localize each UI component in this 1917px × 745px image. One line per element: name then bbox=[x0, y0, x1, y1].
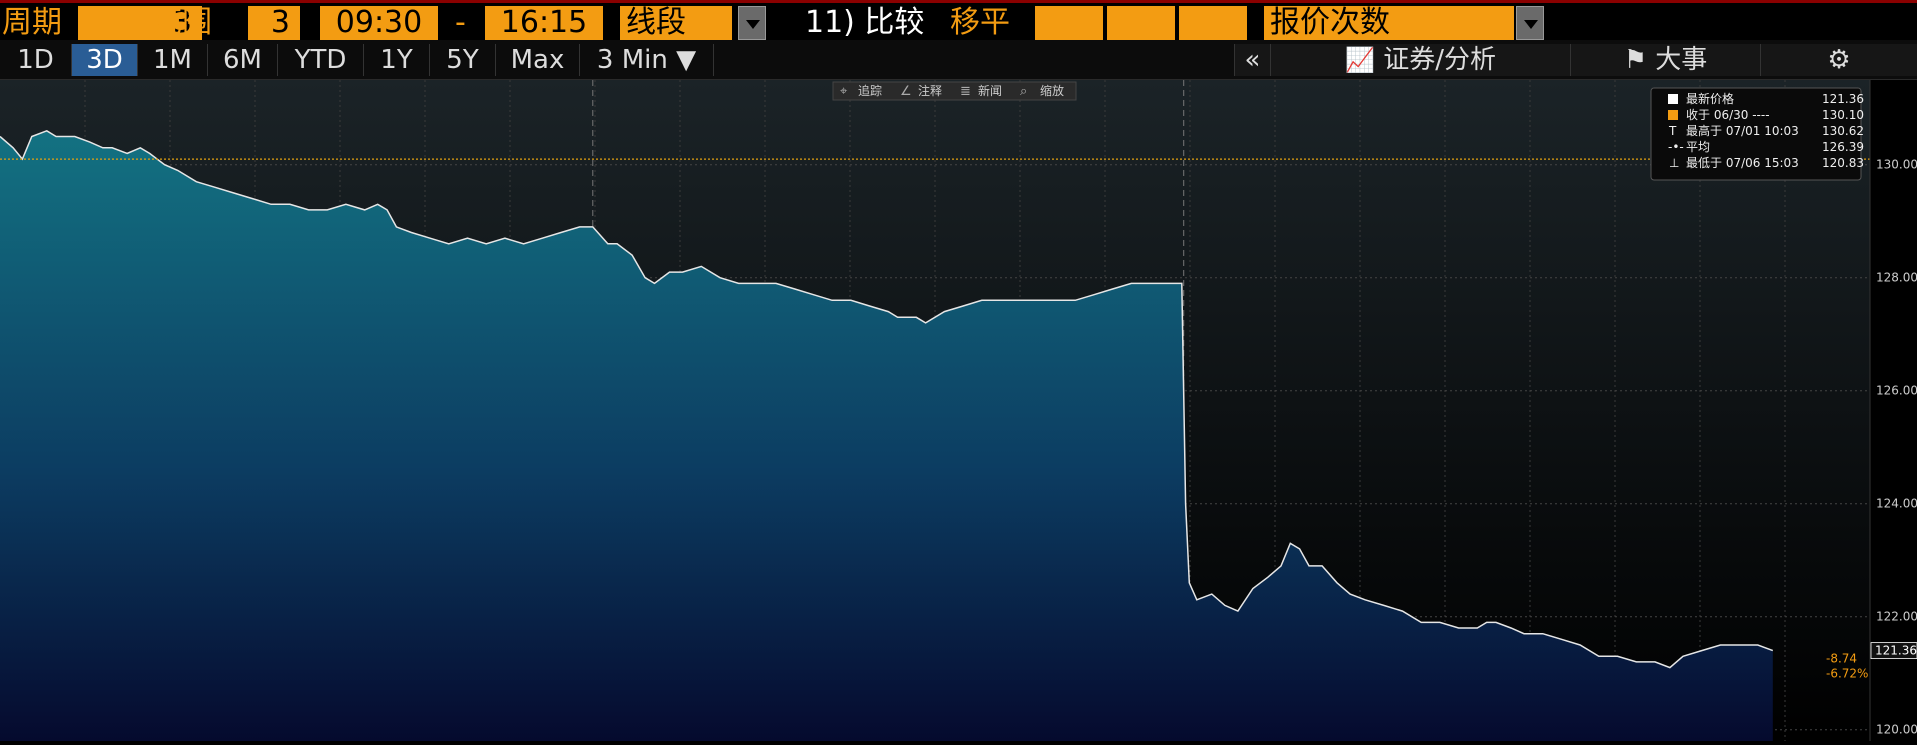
tool-zoom[interactable]: 缩放 bbox=[1040, 83, 1064, 98]
line-type-dropdown-icon[interactable] bbox=[738, 6, 766, 40]
legend-label-low: 最低于 07/06 15:03 bbox=[1686, 156, 1799, 170]
zoom-icon: ⌕ bbox=[1020, 84, 1027, 99]
price-chart[interactable]: 120.00 122.00 124.00 126.00 128.00 130.00 121… bbox=[0, 80, 1917, 742]
range-ytd[interactable]: YTD bbox=[278, 44, 364, 76]
events-button[interactable]: ⚑ 大事 bbox=[1570, 44, 1760, 76]
last-price-label: 121.36 bbox=[1875, 644, 1917, 658]
y-tick-label: 126.00 bbox=[1876, 384, 1917, 398]
volume-dropdown-icon[interactable] bbox=[1516, 6, 1544, 40]
change-percent-label: -6.72% bbox=[1826, 667, 1868, 681]
line-type-select[interactable]: 线段 bbox=[620, 6, 732, 40]
securities-analysis-label: 证券/分析 bbox=[1383, 45, 1496, 75]
legend-value-average: 126.39 bbox=[1822, 140, 1864, 154]
collapse-button[interactable]: « bbox=[1234, 44, 1270, 76]
legend-value-close: 130.10 bbox=[1822, 108, 1864, 122]
y-tick-label: 128.00 bbox=[1876, 271, 1917, 285]
legend-value-high: 130.62 bbox=[1822, 124, 1864, 138]
range-bar: 1D 3D 1M 6M YTD 1Y 5Y Max 3 Min ▼ « 📈 证券… bbox=[0, 40, 1917, 80]
legend-label-high: 最高于 07/01 10:03 bbox=[1686, 123, 1799, 138]
securities-analysis-button[interactable]: 📈 证券/分析 bbox=[1270, 44, 1570, 76]
average-marker-icon: -•- bbox=[1668, 140, 1684, 154]
top-toolbar: 周期 3 范围 3 09:30 - 16:15 线段 11) 比较 移平 报价次… bbox=[0, 0, 1917, 40]
tool-track[interactable]: 追踪 bbox=[858, 83, 882, 98]
chart-svg[interactable]: 120.00 122.00 124.00 126.00 128.00 130.00 121… bbox=[0, 80, 1917, 742]
legend: 最新价格 121.36 收于 06/30 ---- 130.10 T 最高于 0… bbox=[1650, 87, 1864, 181]
y-tick-label: 122.00 bbox=[1876, 610, 1917, 624]
pencil-icon: ∠ bbox=[900, 84, 912, 99]
legend-swatch-close bbox=[1668, 110, 1678, 120]
period-label: 周期 bbox=[2, 5, 62, 40]
gear-icon: ⚙ bbox=[1827, 45, 1851, 75]
tool-annotate[interactable]: 注释 bbox=[918, 83, 942, 98]
legend-label-close: 收于 06/30 ---- bbox=[1686, 108, 1770, 122]
change-label: -8.74 bbox=[1826, 652, 1857, 666]
events-label: 大事 bbox=[1655, 45, 1708, 75]
legend-label-last: 最新价格 bbox=[1686, 91, 1734, 106]
interval-select[interactable]: 3 Min ▼ bbox=[580, 44, 714, 76]
news-icon: ≣ bbox=[960, 84, 971, 99]
y-tick-label: 120.00 bbox=[1876, 723, 1917, 737]
flag-icon: ⚑ bbox=[1623, 45, 1648, 75]
high-marker-icon: T bbox=[1668, 124, 1677, 138]
range-6m[interactable]: 6M bbox=[208, 44, 278, 76]
legend-label-average: 平均 bbox=[1686, 140, 1710, 154]
chart-tools: ⌖ 追踪 ∠ 注释 ≣ 新闻 ⌕ 缩放 bbox=[832, 81, 1077, 101]
crosshair-icon: ⌖ bbox=[840, 84, 848, 99]
ma-input-3[interactable] bbox=[1179, 6, 1247, 40]
ma-input-1[interactable] bbox=[1035, 6, 1103, 40]
volume-select[interactable]: 报价次数 bbox=[1264, 6, 1514, 40]
settings-button[interactable]: ⚙ bbox=[1760, 44, 1917, 76]
ma-input-2[interactable] bbox=[1107, 6, 1175, 40]
time-dash: - bbox=[455, 5, 466, 40]
range-3d[interactable]: 3D bbox=[72, 44, 138, 76]
legend-value-low: 120.83 bbox=[1822, 156, 1864, 170]
range-5y[interactable]: 5Y bbox=[430, 44, 496, 76]
time-to-input[interactable]: 16:15 bbox=[485, 6, 603, 40]
range-max[interactable]: Max bbox=[496, 44, 580, 76]
compare-button[interactable]: 11) 比较 bbox=[805, 6, 924, 40]
chart-analysis-icon: 📈 bbox=[1345, 46, 1375, 74]
legend-value-last: 121.36 bbox=[1822, 92, 1864, 106]
legend-swatch-last bbox=[1668, 94, 1678, 104]
range-input[interactable]: 3 bbox=[248, 6, 300, 40]
tool-news[interactable]: 新闻 bbox=[978, 83, 1002, 98]
moving-average-button[interactable]: 移平 bbox=[950, 6, 1010, 40]
range-1y[interactable]: 1Y bbox=[364, 44, 430, 76]
y-tick-label: 124.00 bbox=[1876, 497, 1917, 511]
range-label: 范围 bbox=[152, 5, 212, 40]
low-marker-icon: ⊥ bbox=[1669, 156, 1679, 170]
y-tick-label: 130.00 bbox=[1876, 158, 1917, 172]
range-1m[interactable]: 1M bbox=[138, 44, 208, 76]
range-1d[interactable]: 1D bbox=[0, 44, 72, 76]
time-from-input[interactable]: 09:30 bbox=[320, 6, 438, 40]
